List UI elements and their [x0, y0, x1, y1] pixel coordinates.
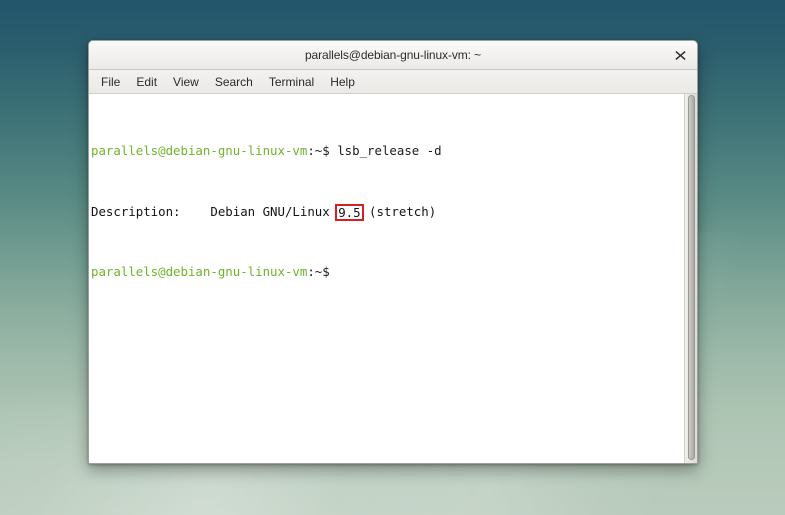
menu-bar[interactable]: File Edit View Search Terminal Help — [89, 70, 697, 94]
terminal-window[interactable]: parallels@debian-gnu-linux-vm: ~ File Ed… — [88, 40, 698, 464]
output-text-after: (stretch) — [362, 204, 437, 219]
shell-prompt-user-host-2: parallels@debian-gnu-linux-vm — [91, 264, 307, 279]
close-window-button[interactable] — [670, 45, 690, 65]
terminal-scrollbar-thumb[interactable] — [688, 95, 695, 460]
output-field-label: Description: — [91, 204, 181, 219]
terminal-line-prompt: parallels@debian-gnu-linux-vm:~$ — [91, 264, 684, 279]
menu-item-edit[interactable]: Edit — [128, 73, 165, 91]
terminal-body[interactable]: parallels@debian-gnu-linux-vm:~$ lsb_rel… — [89, 94, 697, 463]
terminal-scrollbar[interactable] — [684, 94, 697, 463]
terminal-screen[interactable]: parallels@debian-gnu-linux-vm:~$ lsb_rel… — [89, 94, 684, 463]
output-text-before: Debian GNU/Linux — [210, 204, 337, 219]
menu-item-help[interactable]: Help — [322, 73, 363, 91]
terminal-line-output: Description: Debian GNU/Linux 9.5 (stret… — [91, 203, 684, 218]
menu-item-terminal[interactable]: Terminal — [261, 73, 322, 91]
window-title: parallels@debian-gnu-linux-vm: ~ — [305, 48, 481, 62]
shell-prompt-user-host: parallels@debian-gnu-linux-vm — [91, 143, 307, 158]
shell-prompt-separator-2: :~$ — [307, 264, 337, 279]
terminal-line-command: parallels@debian-gnu-linux-vm:~$ lsb_rel… — [91, 143, 684, 158]
shell-prompt-separator: :~$ — [307, 143, 337, 158]
menu-item-view[interactable]: View — [165, 73, 207, 91]
close-icon — [675, 50, 686, 61]
window-titlebar[interactable]: parallels@debian-gnu-linux-vm: ~ — [89, 41, 697, 70]
output-spacer — [181, 204, 211, 219]
terminal-command-text: lsb_release -d — [337, 143, 441, 158]
menu-item-file[interactable]: File — [93, 73, 128, 91]
version-highlight-box: 9.5 — [335, 204, 363, 221]
menu-item-search[interactable]: Search — [207, 73, 261, 91]
